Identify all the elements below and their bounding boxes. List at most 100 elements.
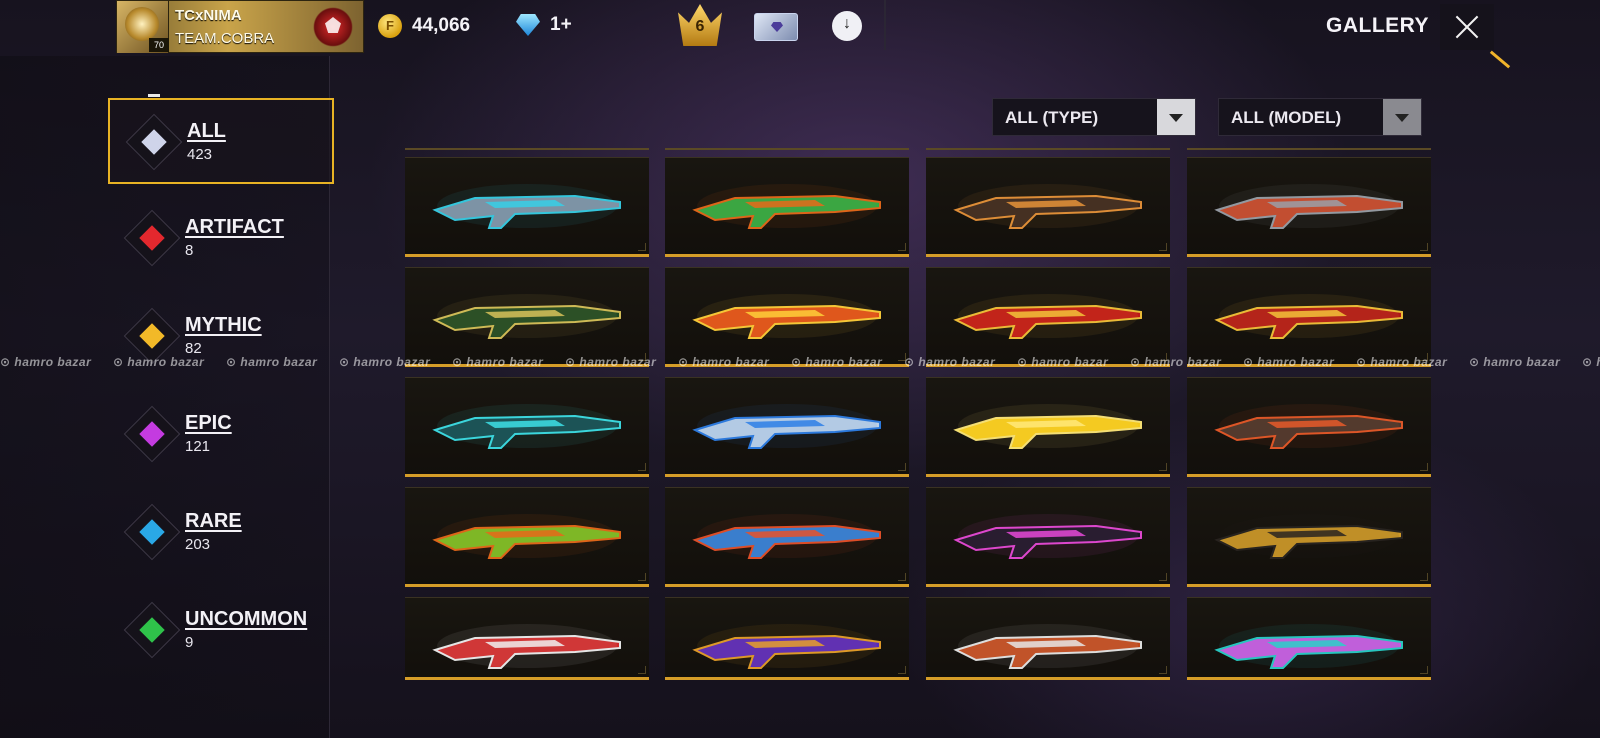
avatar-emblem-icon bbox=[125, 7, 159, 41]
weapon-skin-tile[interactable] bbox=[926, 267, 1170, 367]
weapon-skin-tile[interactable] bbox=[926, 157, 1170, 257]
gold-counter[interactable]: F 44,066 bbox=[378, 14, 470, 38]
diamond-icon bbox=[516, 14, 540, 36]
tile-corner-deco bbox=[1159, 666, 1167, 674]
close-button[interactable] bbox=[1440, 4, 1494, 50]
watermark-text: ⊙ hamro bazar bbox=[1243, 355, 1335, 369]
tile-corner-deco bbox=[638, 243, 646, 251]
sidebar-item-rare[interactable]: RARE 203 bbox=[108, 490, 334, 576]
type-filter-value: ALL (TYPE) bbox=[1005, 108, 1099, 127]
smg-icon bbox=[953, 184, 1142, 229]
guitar-icon bbox=[432, 624, 621, 669]
weapon-skin-tile[interactable] bbox=[405, 487, 649, 587]
sidebar-item-all[interactable]: ALL 423 bbox=[108, 94, 334, 184]
sidebar-item-epic[interactable]: EPIC 121 bbox=[108, 392, 334, 478]
sidebar-item-count: 9 bbox=[185, 634, 194, 651]
model-filter-value: ALL (MODEL) bbox=[1231, 108, 1342, 127]
weapon-skin-tile[interactable] bbox=[405, 597, 649, 680]
team-name: TEAM.COBRA bbox=[175, 30, 275, 47]
divider bbox=[926, 148, 1170, 150]
pixel-staff-icon bbox=[953, 514, 1142, 559]
sidebar-item-label: ALL bbox=[187, 120, 226, 142]
frost-spear-icon bbox=[432, 404, 621, 449]
tile-corner-deco bbox=[1420, 243, 1428, 251]
weapon-skin-tile[interactable] bbox=[926, 377, 1170, 477]
watermark-text: ⊙ hamro bazar bbox=[113, 355, 205, 369]
tile-corner-deco bbox=[638, 463, 646, 471]
wave-blade-icon bbox=[692, 514, 881, 559]
cloud-download-icon[interactable] bbox=[832, 11, 862, 41]
chevron-down-icon[interactable] bbox=[1157, 99, 1195, 135]
watermark-text: ⊙ hamro bazar bbox=[1017, 355, 1109, 369]
tile-corner-deco bbox=[1420, 573, 1428, 581]
weapon-skin-tile[interactable] bbox=[1187, 377, 1431, 477]
weapon-skin-tile[interactable] bbox=[405, 157, 649, 257]
membership-card-icon[interactable] bbox=[754, 13, 798, 41]
ice-pistol-icon bbox=[692, 404, 881, 449]
weapon-skin-tile[interactable] bbox=[665, 157, 909, 257]
golden-orb-icon bbox=[953, 404, 1142, 449]
top-bar: 70 TCxNIMA TEAM.COBRA F 44,066 1+ 6 GALL… bbox=[0, 0, 1600, 69]
weapon-skin-tile[interactable] bbox=[1187, 487, 1431, 587]
weapon-skin-tile[interactable] bbox=[926, 487, 1170, 587]
serpent-blade-icon bbox=[432, 514, 621, 559]
watermark-text: ⊙ hamro bazar bbox=[1130, 355, 1222, 369]
sidebar-item-count: 121 bbox=[185, 438, 211, 455]
divider bbox=[665, 148, 909, 150]
shotgun-icon bbox=[1214, 184, 1403, 229]
level-badge: 70 bbox=[149, 38, 169, 52]
model-filter-dropdown[interactable]: ALL (MODEL) bbox=[1218, 98, 1422, 136]
watermark-text: ⊙ hamro bazar bbox=[1582, 355, 1600, 369]
tile-corner-deco bbox=[898, 573, 906, 581]
weapon-skin-tile[interactable] bbox=[665, 267, 909, 367]
type-filter-dropdown[interactable]: ALL (TYPE) bbox=[992, 98, 1196, 136]
rock-bat-icon bbox=[692, 624, 881, 669]
tile-corner-deco bbox=[1159, 573, 1167, 581]
rarity-gem-icon bbox=[125, 113, 183, 171]
watermark-text: ⊙ hamro bazar bbox=[339, 355, 431, 369]
diamond-counter[interactable]: 1+ bbox=[516, 14, 572, 36]
sidebar-item-count: 203 bbox=[185, 536, 211, 553]
page-title: GALLERY bbox=[1326, 14, 1430, 37]
watermark-text: ⊙ hamro bazar bbox=[226, 355, 318, 369]
watermark-text: ⊙ hamro bazar bbox=[565, 355, 657, 369]
tile-corner-deco bbox=[1420, 666, 1428, 674]
watermark-text: ⊙ hamro bazar bbox=[1356, 355, 1448, 369]
gold-coin-icon: F bbox=[378, 14, 402, 38]
weapon-skin-tile[interactable] bbox=[1187, 157, 1431, 257]
sidebar-item-label: EPIC bbox=[185, 412, 232, 434]
flame-rifle-icon bbox=[692, 294, 881, 339]
gold-amount: 44,066 bbox=[412, 15, 471, 36]
sidebar-item-uncommon[interactable]: UNCOMMON 9 bbox=[108, 588, 334, 674]
golden-shovel-icon bbox=[1214, 514, 1403, 559]
weapon-skin-tile[interactable] bbox=[1187, 267, 1431, 367]
weapon-skin-tile[interactable] bbox=[405, 267, 649, 367]
chainsaw-icon bbox=[1214, 404, 1403, 449]
weapon-skin-tile[interactable] bbox=[1187, 597, 1431, 680]
divider bbox=[1187, 148, 1431, 150]
tile-corner-deco bbox=[898, 243, 906, 251]
divider bbox=[405, 148, 649, 150]
weapon-skin-tile[interactable] bbox=[665, 487, 909, 587]
watermark: ⊙ hamro bazar ⊙ hamro bazar ⊙ hamro bazar ⊙… bbox=[0, 355, 1600, 371]
rank-emblem-icon[interactable] bbox=[313, 7, 353, 47]
weapon-skin-tile[interactable] bbox=[665, 597, 909, 680]
diamond-amount: 1+ bbox=[550, 14, 572, 35]
spirit-rifle-icon bbox=[432, 294, 621, 339]
demon-rifle-icon bbox=[1214, 294, 1403, 339]
booyah-pass-button[interactable]: 6 bbox=[678, 4, 722, 46]
chevron-down-icon[interactable] bbox=[1383, 99, 1421, 135]
weapon-skin-tile[interactable] bbox=[665, 377, 909, 477]
tile-corner-deco bbox=[638, 573, 646, 581]
player-profile-card[interactable]: 70 TCxNIMA TEAM.COBRA bbox=[116, 0, 364, 53]
watermark-text: ⊙ hamro bazar bbox=[678, 355, 770, 369]
avatar[interactable]: 70 bbox=[117, 1, 169, 53]
dragon-lmg-icon bbox=[953, 294, 1142, 339]
tile-corner-deco bbox=[1159, 463, 1167, 471]
tile-corner-deco bbox=[1420, 463, 1428, 471]
weapon-skin-tile[interactable] bbox=[405, 377, 649, 477]
player-name: TCxNIMA bbox=[175, 7, 242, 24]
sidebar-item-label: RARE bbox=[185, 510, 242, 532]
sidebar-item-artifact[interactable]: ARTIFACT 8 bbox=[108, 196, 334, 282]
weapon-skin-tile[interactable] bbox=[926, 597, 1170, 680]
